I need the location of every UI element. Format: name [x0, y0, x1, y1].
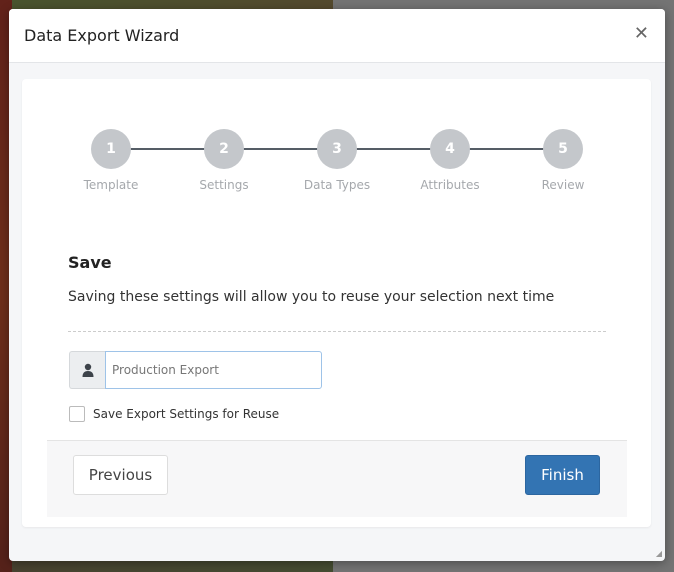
- user-icon: [69, 351, 105, 389]
- close-icon[interactable]: ✕: [634, 23, 649, 44]
- step-number: 3: [317, 129, 357, 169]
- step-template[interactable]: 1 Template: [61, 129, 161, 192]
- wizard-stepper: 1 Template 2 Settings 3 Data Types 4 Attribu…: [22, 129, 651, 199]
- wizard-footer: Previous Finish: [47, 440, 627, 517]
- data-export-wizard-dialog: Data Export Wizard ✕ 1 Template 2 Settings…: [9, 9, 665, 561]
- previous-button[interactable]: Previous: [73, 455, 168, 495]
- step-label: Template: [83, 178, 139, 192]
- divider: [68, 331, 606, 332]
- save-description: Saving these settings will allow you to …: [68, 289, 555, 305]
- step-label: Attributes: [420, 178, 480, 192]
- save-settings-checkbox[interactable]: [69, 406, 85, 422]
- step-label: Data Types: [303, 178, 371, 192]
- step-review[interactable]: 5 Review: [513, 129, 613, 192]
- step-number: 2: [204, 129, 244, 169]
- step-data-types[interactable]: 3 Data Types: [287, 129, 387, 192]
- resize-handle-icon[interactable]: ◢: [656, 549, 662, 558]
- step-attributes[interactable]: 4 Attributes: [400, 129, 500, 192]
- save-heading: Save: [68, 253, 112, 272]
- wizard-card: 1 Template 2 Settings 3 Data Types 4 Attribu…: [22, 79, 651, 527]
- step-settings[interactable]: 2 Settings: [174, 129, 274, 192]
- step-label: Settings: [199, 178, 249, 192]
- step-number: 1: [91, 129, 131, 169]
- finish-button[interactable]: Finish: [525, 455, 600, 495]
- step-number: 4: [430, 129, 470, 169]
- save-settings-checkbox-row[interactable]: Save Export Settings for Reuse: [69, 406, 279, 422]
- export-name-input[interactable]: [105, 351, 322, 389]
- dialog-header: Data Export Wizard ✕: [9, 9, 665, 63]
- step-label: Review: [541, 178, 585, 192]
- step-number: 5: [543, 129, 583, 169]
- export-name-input-group: [69, 351, 322, 389]
- dialog-title: Data Export Wizard: [24, 26, 180, 45]
- checkbox-label: Save Export Settings for Reuse: [93, 407, 280, 421]
